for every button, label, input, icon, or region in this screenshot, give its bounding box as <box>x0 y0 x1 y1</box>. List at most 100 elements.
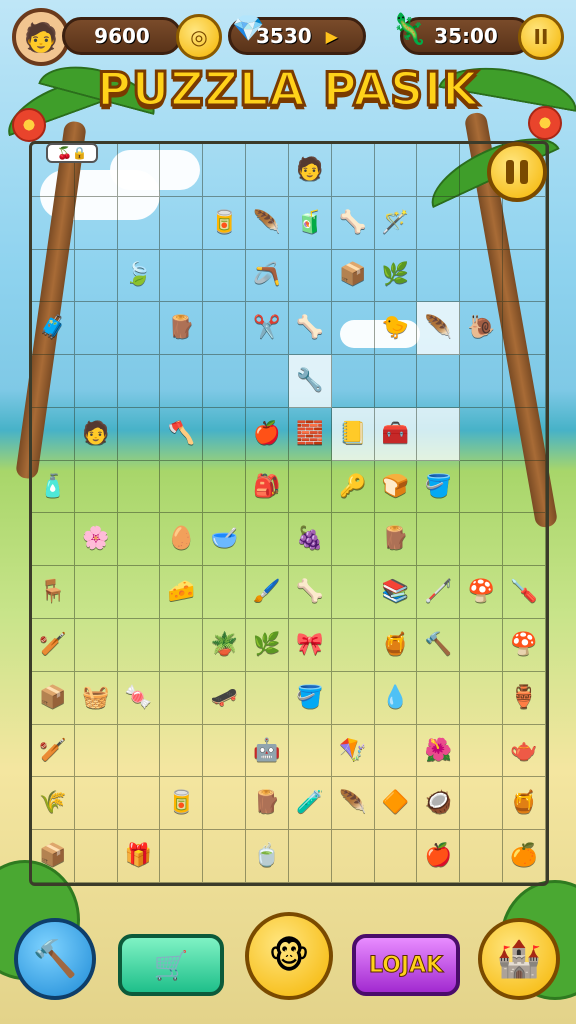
board-cell[interactable] <box>74 460 118 514</box>
bow-icon[interactable]: 🎀 <box>294 629 326 661</box>
apple-icon[interactable]: 🍎 <box>251 418 283 450</box>
hint-box[interactable]: 🍒🔒 <box>46 143 98 163</box>
flower-icon[interactable]: 🌺 <box>422 735 454 767</box>
board-cell[interactable] <box>32 196 75 250</box>
board-pause-button[interactable] <box>487 142 547 202</box>
board-cell[interactable]: 🪵 <box>246 777 289 831</box>
board-cell[interactable] <box>417 355 461 408</box>
block-icon[interactable]: 🧱 <box>294 418 326 450</box>
bread-icon[interactable]: 🍞 <box>380 471 412 503</box>
screwdriver-icon[interactable]: 🪛 <box>508 576 540 608</box>
board-cell[interactable] <box>288 830 332 883</box>
board-cell[interactable]: 🍵 <box>246 830 289 883</box>
board-cell[interactable] <box>331 144 375 197</box>
board-cell[interactable]: 🧑 <box>288 144 332 197</box>
board-cell[interactable] <box>460 671 504 725</box>
board-cell[interactable] <box>117 513 161 567</box>
board-cell[interactable]: 🥥 <box>417 777 461 831</box>
board-cell[interactable]: 🍇 <box>288 513 332 567</box>
board-cell[interactable] <box>246 144 289 197</box>
board-cell[interactable] <box>331 619 375 672</box>
board-cell[interactable]: 🪵 <box>374 513 418 567</box>
board-cell[interactable] <box>160 671 204 725</box>
board-cell[interactable] <box>117 302 161 356</box>
board-cell[interactable]: 🌿 <box>246 619 289 672</box>
board-cell[interactable]: 🔶 <box>374 777 418 831</box>
board-cell[interactable] <box>160 460 204 514</box>
top-pause-button[interactable]: II <box>518 14 564 60</box>
board-cell[interactable]: 🏺 <box>503 671 546 725</box>
board-cell[interactable] <box>160 830 204 883</box>
board-cell[interactable] <box>503 196 546 250</box>
shop-button[interactable]: 🛒 <box>118 934 224 996</box>
scissors-icon[interactable]: ✂️ <box>251 312 283 344</box>
bat-icon[interactable]: 🏏 <box>37 629 69 661</box>
leaf-icon[interactable]: 🌿 <box>380 259 412 291</box>
kite-icon[interactable]: 🪁 <box>337 735 369 767</box>
box-icon[interactable]: 📦 <box>337 259 369 291</box>
board-cell[interactable] <box>374 355 418 408</box>
board-cell[interactable]: 🛹 <box>203 671 247 725</box>
board-cell[interactable]: 📚 <box>374 566 418 620</box>
broom-icon[interactable]: 🪄 <box>380 207 412 239</box>
board-cell[interactable] <box>117 407 161 461</box>
tube-icon[interactable]: 🧪 <box>294 787 326 819</box>
lojak-button[interactable]: LOJAK <box>352 934 460 996</box>
bucket-icon[interactable]: 🪣 <box>422 471 454 503</box>
board-cell[interactable]: 🧑 <box>74 407 118 461</box>
board-cell[interactable]: 🔨 <box>417 619 461 672</box>
slingshot-icon[interactable]: 🪃 <box>251 259 283 291</box>
board-cell[interactable] <box>203 830 247 883</box>
board-cell[interactable]: 🥣 <box>203 513 247 567</box>
jar-icon[interactable]: 🥫 <box>208 207 240 239</box>
board-cell[interactable]: 🪣 <box>417 460 461 514</box>
board-cell[interactable] <box>160 619 204 672</box>
board-cell[interactable] <box>117 566 161 620</box>
vine-icon[interactable]: 🌸 <box>80 523 112 555</box>
board-cell[interactable]: 🔧 <box>288 355 332 408</box>
board-cell[interactable] <box>460 777 504 831</box>
board-cell[interactable] <box>203 724 247 778</box>
board-cell[interactable] <box>203 302 247 356</box>
cane-icon[interactable]: 🦯 <box>422 576 454 608</box>
board-cell[interactable]: 🫖 <box>503 724 546 778</box>
board-cell[interactable]: 🧺 <box>74 671 118 725</box>
board-cell[interactable]: 📦 <box>32 830 75 883</box>
honey-jar-icon[interactable]: 🍯 <box>380 629 412 661</box>
board-cell[interactable]: 🪑 <box>32 566 75 620</box>
board-cell[interactable] <box>331 302 375 356</box>
board-cell[interactable] <box>117 619 161 672</box>
board-cell[interactable]: 🪄 <box>374 196 418 250</box>
board-cell[interactable]: 🍞 <box>374 460 418 514</box>
vase-icon[interactable]: 🏺 <box>508 682 540 714</box>
board-cell[interactable]: 🪃 <box>246 249 289 303</box>
board-cell[interactable]: 🦯 <box>417 566 461 620</box>
board-cell[interactable]: 🌾 <box>32 777 75 831</box>
board-cell[interactable]: 🍯 <box>503 777 546 831</box>
bird-icon[interactable]: 🐤 <box>380 312 412 344</box>
hammer-icon[interactable]: 🪓 <box>165 418 197 450</box>
board-cell[interactable]: 🍎 <box>246 407 289 461</box>
castle-button[interactable]: 🏰 <box>478 918 560 1000</box>
board-cell[interactable] <box>503 460 546 514</box>
board-cell[interactable]: 🥫 <box>160 777 204 831</box>
board-cell[interactable]: 🪶 <box>417 302 461 356</box>
paint-can-icon[interactable]: 🧃 <box>294 207 326 239</box>
board-cell[interactable]: 🐤 <box>374 302 418 356</box>
basket-icon[interactable]: 🧺 <box>80 682 112 714</box>
board-cell[interactable] <box>374 724 418 778</box>
board-cell[interactable] <box>74 619 118 672</box>
board-cell[interactable] <box>74 302 118 356</box>
board-cell[interactable]: 🥫 <box>203 196 247 250</box>
board-cell[interactable]: 🦴 <box>288 566 332 620</box>
board-cell[interactable]: 🍃 <box>117 249 161 303</box>
watering-can-icon[interactable]: 🫖 <box>508 735 540 767</box>
board-cell[interactable] <box>203 407 247 461</box>
board-cell[interactable]: 🏏 <box>32 619 75 672</box>
board-cell[interactable] <box>246 671 289 725</box>
pirate-head-icon[interactable]: 🧑 <box>80 418 112 450</box>
board-cell[interactable]: 🌺 <box>417 724 461 778</box>
coconut-icon[interactable]: 🥥 <box>422 787 454 819</box>
orange-icon[interactable]: 🍊 <box>508 840 540 872</box>
board-cell[interactable] <box>417 513 461 567</box>
